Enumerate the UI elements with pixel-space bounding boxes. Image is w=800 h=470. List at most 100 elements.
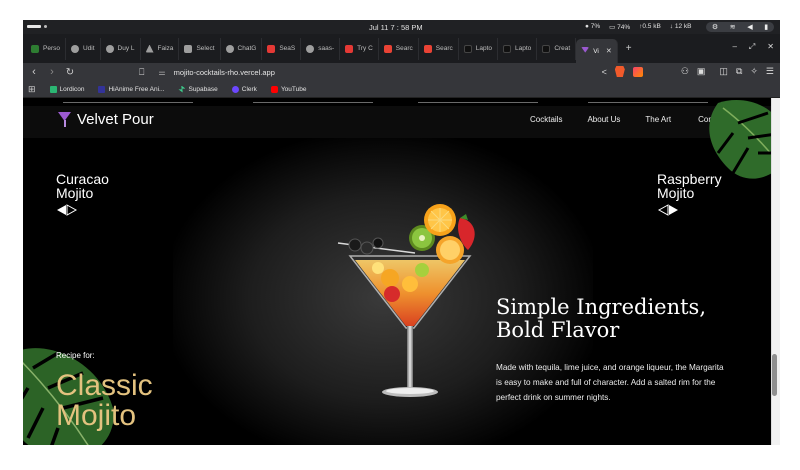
bookmark-label: YouTube xyxy=(280,85,307,93)
tab-label: Duy L xyxy=(117,45,135,52)
apps-grid-icon[interactable]: ⊞ xyxy=(28,84,36,95)
prev-cocktail-link[interactable]: Curacao Mojito xyxy=(56,172,109,218)
address-bar-actions: < ⚇ ▣ ◫ ⧉ ✧ ☰ xyxy=(602,66,774,77)
webpage-viewport: Velvet Pour Cocktails About Us The Art C… xyxy=(23,98,771,445)
tab-favicon-icon xyxy=(31,44,39,53)
leo-ai-icon[interactable]: ✧ xyxy=(750,66,758,77)
browser-tab[interactable]: Udit xyxy=(66,37,101,60)
next-cocktail-name-line2: Mojito xyxy=(657,185,695,201)
forward-icon[interactable]: › xyxy=(45,66,59,78)
minimize-button[interactable]: – xyxy=(732,42,736,52)
bookmark-item[interactable]: Clerk xyxy=(231,85,257,93)
reload-icon[interactable]: ↻ xyxy=(63,67,77,78)
bookmark-page-icon[interactable]: ⎕ xyxy=(139,67,144,78)
tab-label: Creat xyxy=(554,45,571,52)
maximize-button[interactable]: ⤢ xyxy=(749,42,755,52)
site-brand-name: Velvet Pour xyxy=(77,111,154,128)
share-icon[interactable]: < xyxy=(602,67,607,77)
nav-link-about-us[interactable]: About Us xyxy=(587,115,620,124)
headline-line2: Bold Flavor xyxy=(496,318,620,342)
arrow-right-icon[interactable] xyxy=(657,204,679,216)
tab-label: Vi xyxy=(593,47,599,55)
activities-icon[interactable] xyxy=(27,25,41,28)
tab-label: saas- xyxy=(318,45,335,52)
bookmark-item[interactable]: YouTube xyxy=(270,85,307,93)
wifi-icon[interactable]: ≋ xyxy=(730,23,736,31)
close-window-button[interactable]: ✕ xyxy=(767,42,774,52)
tab-favicon-icon xyxy=(383,44,392,53)
system-monitor: ● 7% ▭ 74% ↑0.5 kB ↓ 12 kB xyxy=(585,23,691,31)
tab-label: Try C xyxy=(357,45,373,52)
divider-line xyxy=(418,102,538,103)
recipe-title-line1: Classic xyxy=(56,369,153,402)
divider-line xyxy=(588,102,708,103)
url-field[interactable]: mojito-cocktails-rho.vercel.app xyxy=(174,68,275,77)
cocktail-glass-icon xyxy=(58,112,71,127)
browser-tab[interactable]: Try C xyxy=(340,37,379,60)
tab-label: Faiza xyxy=(157,45,174,52)
prev-cocktail-name-line2: Mojito xyxy=(56,185,94,201)
os-clock[interactable]: Jul 11 7 : 58 PM xyxy=(369,23,423,32)
browser-tab[interactable]: Lapto xyxy=(498,37,538,60)
wallet-icon[interactable]: ▣ xyxy=(697,66,706,77)
header-divider-lines xyxy=(23,102,771,103)
bookmark-item[interactable]: Supabase xyxy=(178,85,218,93)
nav-link-the-art[interactable]: The Art xyxy=(645,115,671,124)
tab-favicon-icon xyxy=(423,44,432,53)
cocktail-description: Made with tequila, lime juice, and orang… xyxy=(496,363,724,402)
tab-label: SeaS xyxy=(279,45,296,52)
nav-link-cocktails[interactable]: Cocktails xyxy=(530,115,562,124)
page-scrollbar-thumb[interactable] xyxy=(772,354,777,396)
new-tab-button[interactable]: + xyxy=(618,43,640,54)
browser-tab[interactable]: Faiza xyxy=(141,37,180,60)
bookmark-label: HiAnime Free Ani... xyxy=(108,85,165,93)
browser-tab[interactable]: ChatG xyxy=(221,37,263,60)
close-tab-icon[interactable]: ✕ xyxy=(606,47,612,55)
browser-tab[interactable]: Creat xyxy=(537,37,577,60)
brave-rewards-icon[interactable] xyxy=(632,66,643,77)
cocktail-glass-image xyxy=(337,204,475,397)
bookmark-label: Clerk xyxy=(241,85,257,93)
divider-line xyxy=(253,102,373,103)
back-icon[interactable]: ‹ xyxy=(27,66,41,78)
browser-tab[interactable]: Perso xyxy=(26,37,66,60)
tab-label: Searc xyxy=(435,45,453,52)
tab-label: Lapto xyxy=(515,45,532,52)
settings-icon[interactable]: ⚙ xyxy=(712,23,718,31)
os-top-bar: Jul 11 7 : 58 PM ● 7% ▭ 74% ↑0.5 kB ↓ 12… xyxy=(23,20,780,34)
browser-tab[interactable]: Lapto xyxy=(459,37,499,60)
bookmark-label: Supabase xyxy=(188,85,218,93)
browser-tab-active[interactable]: Vi ✕ xyxy=(576,39,618,63)
browser-tab-strip: Perso Udit Duy L Faiza Select ChatG SeaS… xyxy=(23,34,780,63)
bookmark-item[interactable]: HiAnime Free Ani... xyxy=(98,85,165,93)
browser-tab[interactable]: Duy L xyxy=(101,37,141,60)
browser-tab[interactable]: saas- xyxy=(301,37,341,60)
tab-favicon-icon xyxy=(503,44,512,53)
system-tray[interactable]: ⚙ ≋ ◀ ▮ xyxy=(706,22,774,32)
next-cocktail-link[interactable]: Raspberry Mojito xyxy=(657,172,722,218)
tab-label: Perso xyxy=(43,45,60,52)
brave-shields-icon[interactable] xyxy=(614,66,625,77)
browser-tab[interactable]: SeaS xyxy=(262,37,302,60)
volume-icon[interactable]: ◀ xyxy=(747,23,752,31)
menu-icon[interactable]: ☰ xyxy=(766,66,774,77)
browser-tab[interactable]: Select xyxy=(179,37,221,60)
tab-favicon-icon xyxy=(345,44,354,53)
workspace-dot-icon xyxy=(44,25,47,28)
headline-line1: Simple Ingredients, xyxy=(496,295,707,319)
section-headline: Simple Ingredients, Bold Flavor xyxy=(496,296,706,342)
arrow-left-icon[interactable] xyxy=(56,204,78,216)
sidebar-toggle-icon[interactable]: ◫ xyxy=(719,66,728,77)
browser-tab[interactable]: Searc xyxy=(379,37,419,60)
tab-favicon-icon xyxy=(463,44,472,53)
tab-label: Select xyxy=(196,45,215,52)
bookmark-item[interactable]: Lordicon xyxy=(49,85,84,93)
recipe-title: Classic Mojito xyxy=(56,371,153,431)
tab-search-icon[interactable]: ⧉ xyxy=(736,66,742,77)
site-logo[interactable]: Velvet Pour xyxy=(58,111,154,128)
tab-favicon-icon xyxy=(145,44,154,53)
battery-icon[interactable]: ▮ xyxy=(764,23,768,31)
browser-tab[interactable]: Searc xyxy=(419,37,459,60)
site-info-icon[interactable]: ⚌ xyxy=(158,68,165,77)
extensions-icon[interactable]: ⚇ xyxy=(681,66,689,77)
